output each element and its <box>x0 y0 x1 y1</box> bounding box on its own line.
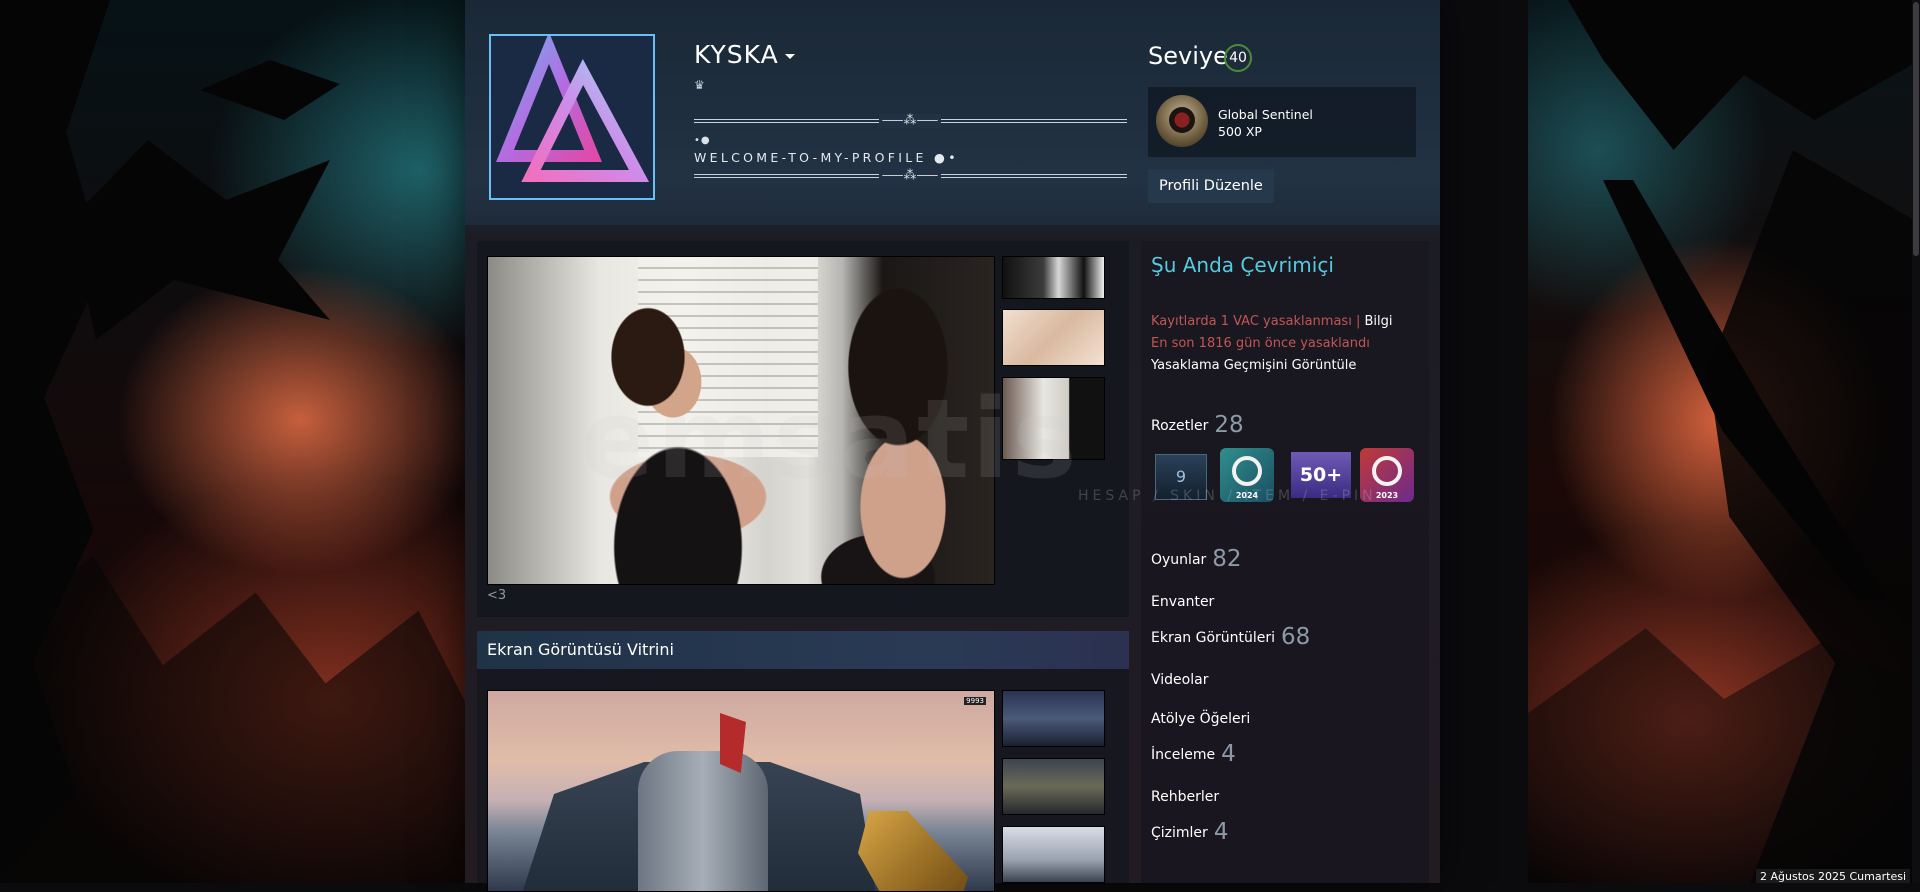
reviews-count: 4 <box>1221 741 1236 767</box>
showcase-main-image[interactable] <box>487 256 995 585</box>
game-hud-counter: 9993 <box>964 697 986 705</box>
profile-sidebar: Şu Anda Çevrimiçi Kayıtlarda 1 VAC yasak… <box>1141 241 1429 883</box>
workshop-link[interactable]: Atölye Öğeleri <box>1151 711 1250 727</box>
artwork-count: 4 <box>1213 819 1229 845</box>
steam-2024-badge-icon[interactable]: 2024 <box>1220 448 1274 502</box>
profile-header: KYSKA ♛ ⸺⁂⸺ •● WELCOME-TO-MY-PROFILE ●• … <box>465 0 1440 225</box>
profile-summary: ⸺⁂⸺ •● WELCOME-TO-MY-PROFILE ●• ⸺⁂⸺ <box>694 110 1127 185</box>
summary-welcome: WELCOME-TO-MY-PROFILE ●• <box>694 150 959 165</box>
screenshot-thumbnail-1[interactable] <box>1002 690 1105 747</box>
background-right-jungle <box>1528 0 1920 883</box>
badge-year-2023: 2023 <box>1375 491 1399 500</box>
videos-label: Videolar <box>1151 672 1209 688</box>
videos-link[interactable]: Videolar <box>1151 672 1208 688</box>
level-badge[interactable]: 40 <box>1224 44 1252 72</box>
vac-info-link[interactable]: Bilgi <box>1364 314 1392 329</box>
badge-year-2024: 2024 <box>1235 491 1259 500</box>
summary-dots: •● <box>694 135 711 146</box>
crown-icon: ♛ <box>694 78 705 92</box>
global-sentinel-medal-icon <box>1156 95 1208 147</box>
view-ban-history-link[interactable]: Yasaklama Geçmişini Görüntüle <box>1151 358 1356 373</box>
background-left-jungle <box>0 0 465 883</box>
scrollbar-thumb[interactable] <box>1913 2 1919 256</box>
artwork-showcase: <3 <box>477 241 1129 617</box>
persona-name[interactable]: KYSKA <box>694 40 795 69</box>
level-badge-icon[interactable]: 9 <box>1155 454 1207 500</box>
thumbnail-1[interactable] <box>1002 256 1105 299</box>
workshop-label: Atölye Öğeleri <box>1151 711 1251 727</box>
edit-profile-button[interactable]: Profili Düzenle <box>1148 169 1274 203</box>
artwork-label: Çizimler <box>1151 825 1208 841</box>
screenshot-thumbnail-3[interactable] <box>1002 826 1105 883</box>
thumbnail-2[interactable] <box>1002 309 1105 366</box>
persona-name-text: KYSKA <box>694 40 779 69</box>
games-link[interactable]: Oyunlar 82 <box>1151 546 1242 572</box>
reviews-label: İnceleme <box>1151 747 1216 763</box>
level-label: Seviye <box>1148 42 1228 70</box>
thumbnail-3[interactable] <box>1002 377 1105 460</box>
triangle-logo-icon <box>496 36 650 182</box>
badges-row: 9 2024 50+ 2023 <box>1155 448 1425 506</box>
featured-badge[interactable]: Global Sentinel 500 XP <box>1148 87 1416 157</box>
screenshots-label: Ekran Görüntüleri <box>1151 630 1276 646</box>
games-count: 82 <box>1212 546 1242 572</box>
guides-label: Rehberler <box>1151 789 1220 805</box>
page-scrollbar[interactable] <box>1912 0 1920 883</box>
screenshot-showcase: 9993 <box>477 669 1129 892</box>
ornament-top: ⸺⁂⸺ <box>879 114 941 128</box>
screenshots-link[interactable]: Ekran Görüntüleri 68 <box>1151 624 1310 650</box>
artwork-link[interactable]: Çizimler 4 <box>1151 819 1228 845</box>
badges-label: Rozetler <box>1151 418 1209 434</box>
reviews-link[interactable]: İnceleme 4 <box>1151 741 1236 767</box>
screenshot-main-image[interactable]: 9993 <box>487 690 995 892</box>
inventory-link[interactable]: Envanter <box>1151 594 1214 610</box>
vac-ban-count: Kayıtlarda 1 VAC yasaklanması <box>1151 314 1352 329</box>
vac-separator: | <box>1355 314 1361 329</box>
avatar[interactable] <box>489 34 655 200</box>
chevron-down-icon[interactable] <box>784 53 795 59</box>
guides-link[interactable]: Rehberler <box>1151 789 1219 805</box>
featured-badge-name: Global Sentinel <box>1218 107 1313 122</box>
badges-count: 28 <box>1214 412 1244 438</box>
screenshot-showcase-title: Ekran Görüntüsü Vitrini <box>477 631 1129 669</box>
inventory-label: Envanter <box>1151 594 1215 610</box>
vac-ban-notice: Kayıtlarda 1 VAC yasaklanması | Bilgi <box>1151 314 1393 329</box>
taskbar-clock: 2 Ağustos 2025 Cumartesi <box>1756 869 1910 883</box>
profile-page: KYSKA ♛ ⸺⁂⸺ •● WELCOME-TO-MY-PROFILE ●• … <box>465 0 1440 892</box>
games-label: Oyunlar <box>1151 552 1207 568</box>
featured-badge-xp: 500 XP <box>1218 124 1262 139</box>
showcase-caption: <3 <box>487 588 507 603</box>
screenshots-count: 68 <box>1281 624 1311 650</box>
badges-link[interactable]: Rozetler 28 <box>1151 412 1244 438</box>
online-status: Şu Anda Çevrimiçi <box>1151 253 1334 277</box>
ornament-bottom: ⸺⁂⸺ <box>879 169 941 183</box>
vac-last-ban: En son 1816 gün önce yasaklandı <box>1151 336 1370 351</box>
steam-2023-badge-icon[interactable]: 2023 <box>1360 448 1414 502</box>
years-of-service-badge-icon[interactable]: 50+ <box>1291 452 1351 498</box>
screenshot-thumbnail-2[interactable] <box>1002 758 1105 815</box>
